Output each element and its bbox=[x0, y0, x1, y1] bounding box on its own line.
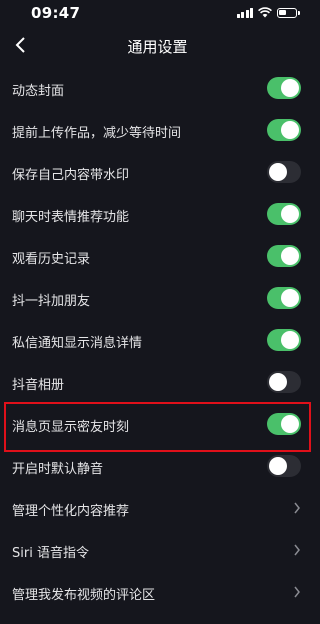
toggle-switch[interactable] bbox=[267, 161, 301, 183]
settings-row[interactable]: Siri 语音指令 bbox=[0, 530, 315, 572]
settings-row: 观看历史记录 bbox=[0, 236, 315, 278]
toggle-switch[interactable] bbox=[267, 119, 301, 141]
toggle-knob bbox=[269, 373, 287, 391]
toggle-knob bbox=[281, 247, 299, 265]
status-bar: 09:47 bbox=[0, 0, 315, 26]
toggle-knob bbox=[281, 121, 299, 139]
toggle-switch[interactable] bbox=[267, 455, 301, 477]
settings-row: 开启时默认静音 bbox=[0, 446, 315, 488]
settings-row-label: 开启时默认静音 bbox=[12, 462, 104, 477]
highlight-box bbox=[4, 402, 311, 452]
battery-icon bbox=[277, 7, 300, 18]
settings-row: 保存自己内容带水印 bbox=[0, 152, 315, 194]
toggle-switch[interactable] bbox=[267, 371, 301, 393]
settings-row-label: 抖一抖加朋友 bbox=[12, 294, 91, 309]
settings-row-label: 私信通知显示消息详情 bbox=[12, 336, 143, 351]
chevron-right-icon bbox=[294, 586, 300, 598]
wifi-icon bbox=[258, 7, 272, 18]
settings-row[interactable]: 管理个性化内容推荐 bbox=[0, 488, 315, 530]
settings-row: 私信通知显示消息详情 bbox=[0, 320, 315, 362]
settings-row-label: 保存自己内容带水印 bbox=[12, 168, 130, 183]
settings-row-label: 动态封面 bbox=[12, 84, 65, 99]
toggle-knob bbox=[269, 457, 287, 475]
page-title: 通用设置 bbox=[127, 38, 188, 56]
toggle-switch[interactable] bbox=[267, 287, 301, 309]
settings-row-label: Siri 语音指令 bbox=[12, 546, 89, 561]
settings-row-label: 抖音相册 bbox=[12, 378, 65, 393]
settings-row-label: 提前上传作品，减少等待时间 bbox=[12, 126, 182, 141]
status-icons bbox=[236, 7, 300, 18]
settings-row-label: 观看历史记录 bbox=[12, 252, 91, 267]
toggle-knob bbox=[269, 163, 287, 181]
settings-row-label: 管理个性化内容推荐 bbox=[12, 504, 130, 519]
toggle-switch[interactable] bbox=[267, 77, 301, 99]
toggle-switch[interactable] bbox=[267, 329, 301, 351]
chevron-right-icon bbox=[294, 544, 300, 556]
toggle-knob bbox=[281, 79, 299, 97]
toggle-switch[interactable] bbox=[267, 203, 301, 225]
status-time: 09:47 bbox=[31, 4, 81, 22]
settings-row-label: 聊天时表情推荐功能 bbox=[12, 210, 130, 225]
toggle-switch[interactable] bbox=[267, 245, 301, 267]
toggle-knob bbox=[281, 289, 299, 307]
signal-icon bbox=[236, 7, 253, 18]
toggle-knob bbox=[281, 331, 299, 349]
settings-row: 抖一抖加朋友 bbox=[0, 278, 315, 320]
settings-row[interactable]: 管理我发布视频的评论区 bbox=[0, 572, 315, 614]
settings-row: 抖音相册 bbox=[0, 362, 315, 404]
settings-row: 动态封面 bbox=[0, 68, 315, 110]
nav-bar: 通用设置 bbox=[0, 28, 315, 62]
toggle-knob bbox=[281, 205, 299, 223]
settings-row: 提前上传作品，减少等待时间 bbox=[0, 110, 315, 152]
chevron-right-icon bbox=[294, 502, 300, 514]
settings-row: 聊天时表情推荐功能 bbox=[0, 194, 315, 236]
settings-row-label: 管理我发布视频的评论区 bbox=[12, 588, 156, 603]
